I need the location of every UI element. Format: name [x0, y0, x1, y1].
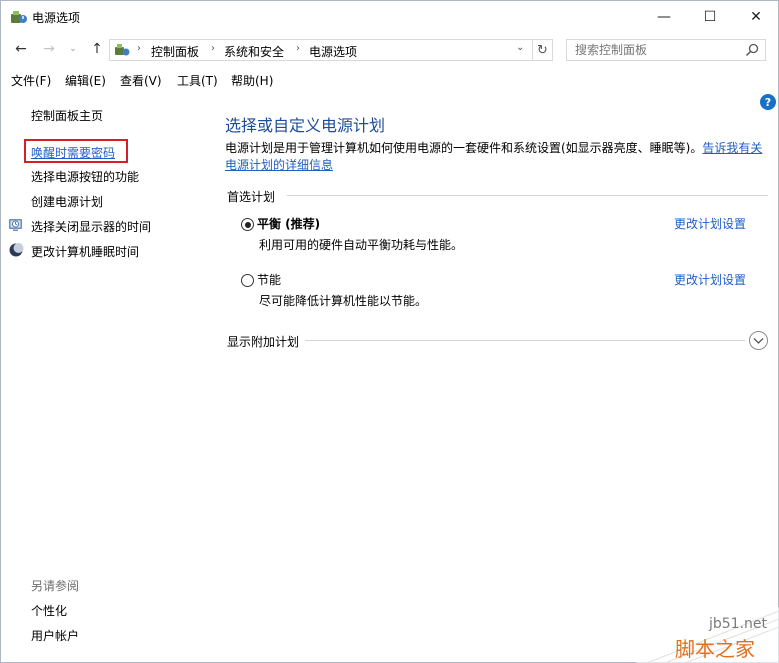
- plan-description: 电源计划是用于管理计算机如何使用电源的一套硬件和系统设置(如显示器亮度、睡眠等)…: [225, 140, 770, 174]
- address-dropdown-icon[interactable]: ⌄: [516, 42, 524, 53]
- sidebar-home-link[interactable]: 控制面板主页: [31, 107, 103, 124]
- sidebar-item-power-buttons[interactable]: 选择电源按钮的功能: [31, 168, 139, 185]
- moon-icon: [9, 243, 24, 257]
- breadcrumb-separator: ›: [211, 43, 215, 54]
- power-saver-plan-radio[interactable]: [241, 274, 254, 287]
- back-button[interactable]: ←: [11, 39, 31, 59]
- breadcrumb-separator: ›: [137, 43, 141, 54]
- show-additional-plans-label[interactable]: 显示附加计划: [227, 333, 299, 350]
- sidebar-item-display-off[interactable]: 选择关闭显示器的时间: [31, 218, 151, 235]
- control-panel-icon: [115, 44, 130, 56]
- power-options-icon: [11, 11, 27, 23]
- balanced-change-settings-link[interactable]: 更改计划设置: [674, 215, 746, 232]
- breadcrumb-separator: ›: [296, 43, 300, 54]
- search-input[interactable]: [575, 43, 735, 57]
- minimize-button[interactable]: —: [641, 1, 687, 32]
- menu-help[interactable]: 帮助(H): [231, 72, 273, 89]
- title-bar: 电源选项 — ☐ ✕: [1, 1, 778, 32]
- up-button[interactable]: ↑: [87, 39, 107, 59]
- maximize-button[interactable]: ☐: [687, 1, 733, 32]
- monitor-clock-icon: [9, 219, 22, 231]
- search-box[interactable]: [566, 39, 766, 61]
- recent-locations-button[interactable]: ⌄: [63, 39, 83, 59]
- breadcrumb-control-panel[interactable]: 控制面板: [151, 43, 199, 60]
- menu-bar: 文件(F) 编辑(E) 查看(V) 工具(T) 帮助(H): [1, 69, 778, 91]
- balanced-plan-desc: 利用可用的硬件自动平衡功耗与性能。: [259, 238, 464, 252]
- menu-edit[interactable]: 编辑(E): [65, 72, 106, 89]
- window-title: 电源选项: [32, 11, 81, 25]
- power-options-window: 电源选项 — ☐ ✕ ← → ⌄ ↑ › 控制面板 › 系统和安全 › 电源选项…: [0, 0, 779, 663]
- power-saver-change-settings-link[interactable]: 更改计划设置: [674, 271, 746, 288]
- power-saver-plan-name[interactable]: 节能: [257, 271, 281, 288]
- chevron-down-icon: [753, 337, 764, 344]
- navigation-bar: ← → ⌄ ↑ › 控制面板 › 系统和安全 › 电源选项 ⌄ ↻: [1, 33, 778, 65]
- description-text: 电源计划是用于管理计算机如何使用电源的一套硬件和系统设置(如显示器亮度、睡眠等)…: [225, 141, 703, 155]
- page-title: 选择或自定义电源计划: [225, 116, 386, 135]
- power-saver-plan-desc: 尽可能降低计算机性能以节能。: [259, 294, 428, 308]
- watermark-site: jb51.net: [709, 616, 768, 632]
- sidebar-item-create-plan[interactable]: 创建电源计划: [31, 193, 103, 210]
- address-bar[interactable]: › 控制面板 › 系统和安全 › 电源选项 ⌄: [109, 39, 533, 61]
- expand-plans-button[interactable]: [749, 331, 768, 350]
- menu-view[interactable]: 查看(V): [120, 72, 162, 89]
- balanced-plan-radio[interactable]: [241, 218, 254, 231]
- sidebar-item-sleep-time[interactable]: 更改计算机睡眠时间: [31, 243, 139, 260]
- see-also-heading: 另请参阅: [31, 579, 80, 593]
- section-divider: [287, 195, 768, 196]
- menu-file[interactable]: 文件(F): [11, 72, 51, 89]
- section-divider: [305, 340, 745, 341]
- close-button[interactable]: ✕: [733, 1, 779, 32]
- breadcrumb-power-options[interactable]: 电源选项: [309, 43, 357, 60]
- see-also-user-accounts[interactable]: 用户帐户: [31, 627, 79, 644]
- see-also-personalization[interactable]: 个性化: [31, 602, 67, 619]
- sidebar-item-wake-password[interactable]: 唤醒时需要密码: [31, 144, 115, 161]
- menu-tools[interactable]: 工具(T): [177, 72, 218, 89]
- help-icon[interactable]: ?: [760, 94, 776, 110]
- watermark-text: 脚本之家: [675, 637, 755, 661]
- breadcrumb-system-security[interactable]: 系统和安全: [224, 43, 284, 60]
- forward-button[interactable]: →: [39, 39, 59, 59]
- balanced-plan-name[interactable]: 平衡 (推荐): [257, 215, 320, 232]
- search-icon[interactable]: [745, 43, 759, 57]
- refresh-button[interactable]: ↻: [533, 39, 553, 61]
- preferred-plans-label: 首选计划: [227, 190, 276, 204]
